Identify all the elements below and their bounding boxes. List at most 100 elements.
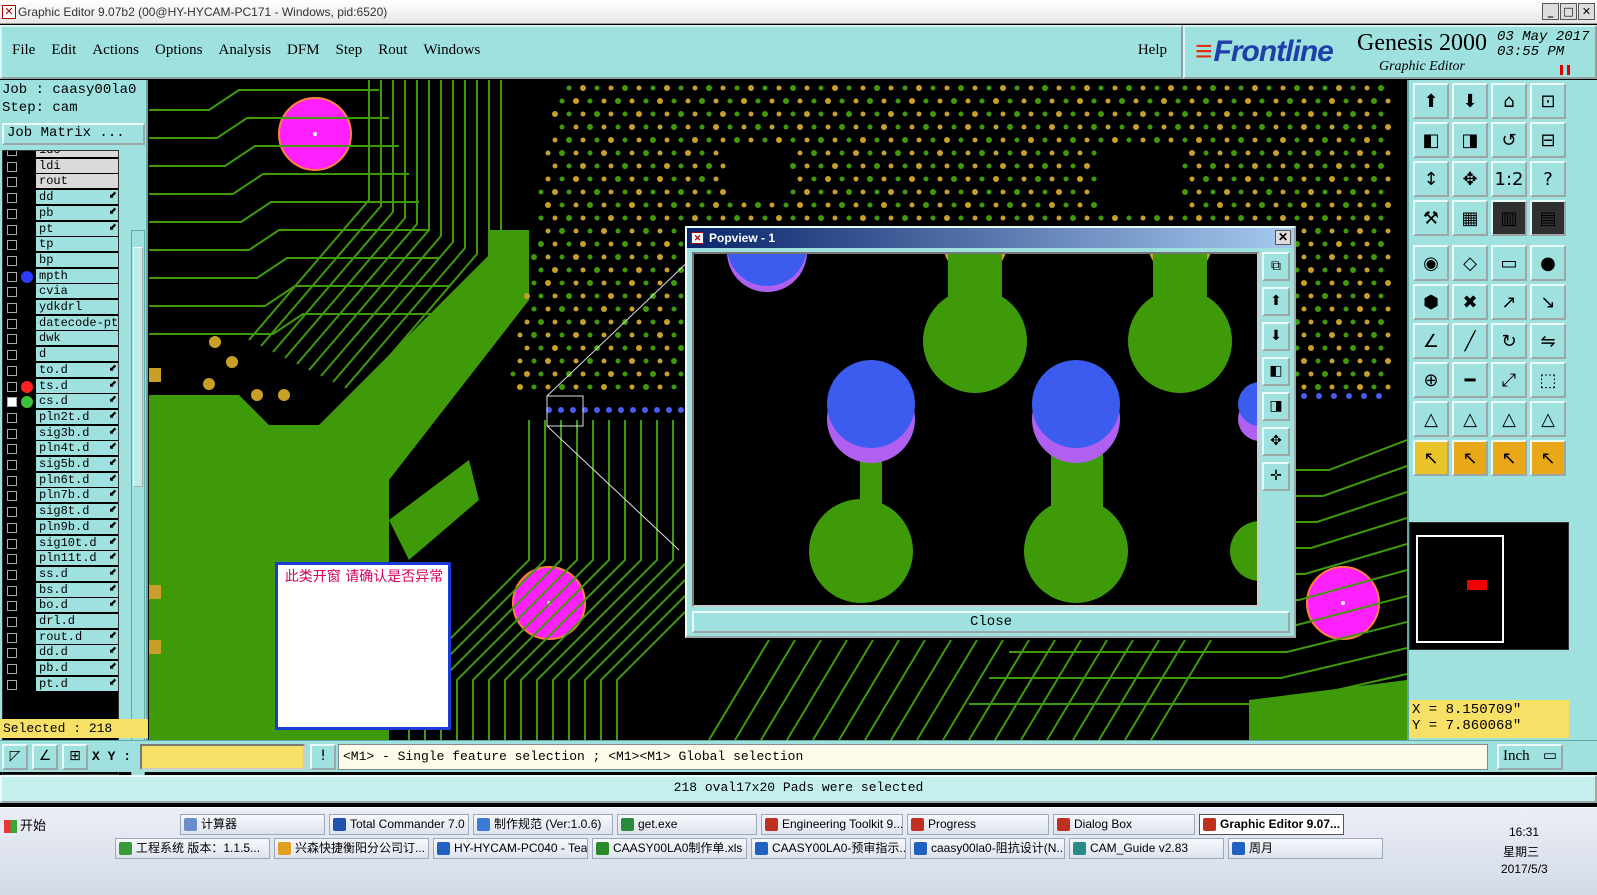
taskbar-button[interactable]: CAASY00LA0制作单.xls ...	[592, 838, 747, 859]
layer-checkbox[interactable]	[7, 444, 17, 455]
layer-row[interactable]: d	[3, 347, 118, 362]
triangle-b-icon[interactable]: △	[1452, 401, 1488, 437]
menu-rout[interactable]: Rout	[378, 42, 407, 59]
layer-checkbox[interactable]	[7, 224, 17, 235]
pointer-hl-icon[interactable]: ↖	[1491, 440, 1527, 476]
taskbar-button[interactable]: CAASY00LA0-预审指示....	[751, 838, 906, 859]
cross-node-icon[interactable]: ✖	[1452, 284, 1488, 320]
layer-row[interactable]: to.d ⬋	[3, 362, 118, 378]
layer-name[interactable]: pln7b.d	[36, 488, 118, 503]
layer-checkbox[interactable]	[7, 679, 17, 690]
popview-center-button[interactable]: ✛	[1262, 462, 1290, 491]
layer-checkbox[interactable]	[7, 664, 17, 675]
layer-name[interactable]: pt	[36, 221, 118, 236]
layer-name[interactable]: to.d	[36, 362, 118, 377]
popview-close-button[interactable]: Close	[692, 611, 1290, 633]
layer-row[interactable]: ts.d ⬋	[3, 378, 118, 394]
tools-icon[interactable]: ⚒	[1413, 200, 1449, 236]
resize-icon[interactable]: ⤢	[1491, 362, 1527, 398]
layer-name[interactable]: ydkdrl	[36, 300, 118, 314]
job-matrix-button[interactable]: Job Matrix ...	[2, 123, 145, 145]
layer-row[interactable]: tp	[3, 237, 118, 252]
layer-name[interactable]: pln4t.d	[36, 441, 118, 456]
layer-checkbox[interactable]	[7, 161, 17, 172]
pointer-box-icon[interactable]: ↖	[1452, 440, 1488, 476]
layer-checkbox[interactable]	[7, 617, 17, 627]
layer-row[interactable]: dwk	[3, 331, 118, 346]
layer-name[interactable]: dd	[36, 190, 118, 205]
connect-nodes-icon[interactable]: ⬢	[1413, 284, 1449, 320]
zoom-home-alt-icon[interactable]: ⌂	[1491, 83, 1527, 119]
layer-checkbox[interactable]	[7, 350, 17, 361]
layer-row[interactable]: pln9b.d ⬋	[3, 519, 118, 535]
layer-name[interactable]: cvia	[36, 284, 118, 299]
layer-checkbox[interactable]	[7, 193, 17, 204]
layer-row[interactable]: dd.d ⬋	[3, 645, 118, 660]
pointer-icon[interactable]: ↖	[1413, 440, 1449, 476]
layer-name[interactable]: datecode-pt	[36, 315, 118, 330]
layer-checkbox[interactable]	[7, 554, 17, 565]
menu-analysis[interactable]: Analysis	[219, 42, 272, 59]
zoom-left-icon[interactable]: ◧	[1413, 122, 1449, 158]
layer-row[interactable]: datecode-pt	[3, 315, 118, 331]
rotate-icon[interactable]: ↻	[1491, 323, 1527, 359]
layer-name[interactable]: sig5b.d	[36, 457, 118, 471]
taskbar-button[interactable]: 工程系统 版本：1.1.5...	[115, 838, 270, 859]
mirror-icon[interactable]: ⇋	[1530, 323, 1566, 359]
layer-checkbox[interactable]	[7, 522, 17, 533]
layer-name[interactable]: sig8t.d	[36, 504, 118, 519]
layer-scrollbar[interactable]	[131, 230, 145, 793]
layer-row[interactable]: pt.d ⬋	[3, 676, 118, 692]
zoom-right-icon[interactable]: ◨	[1452, 122, 1488, 158]
layers-b-icon[interactable]: ▤	[1530, 200, 1566, 236]
layer-checkbox[interactable]	[7, 507, 17, 518]
popview-home-button[interactable]: ✥	[1262, 427, 1290, 456]
zoom-fit-icon[interactable]: ⊟	[1530, 122, 1566, 158]
layers-a-icon[interactable]: ▥	[1491, 200, 1527, 236]
menu-edit[interactable]: Edit	[51, 42, 76, 59]
layer-row[interactable]: rout	[3, 174, 118, 189]
layer-row[interactable]: ss.d ⬋	[3, 566, 118, 582]
popview-zoom-out-button[interactable]: ⬇	[1262, 322, 1290, 351]
layer-row[interactable]: pln7b.d ⬋	[3, 488, 118, 503]
grid-icon[interactable]: ⊞	[62, 744, 88, 770]
layer-row[interactable]: ldi	[3, 158, 118, 174]
layer-checkbox[interactable]	[7, 381, 17, 392]
triangle-d-icon[interactable]: △	[1530, 401, 1566, 437]
layer-row[interactable]: bs.d ⬋	[3, 582, 118, 598]
layer-row[interactable]: 1dc	[3, 151, 118, 158]
layer-checkbox[interactable]	[7, 538, 17, 549]
popview-zoom-fit-button[interactable]: ⧉	[1262, 252, 1290, 281]
taskbar-button[interactable]: CAM_Guide v2.83	[1069, 838, 1224, 859]
taskbar-button[interactable]: 计算器	[180, 814, 325, 835]
scroll-thumb[interactable]	[133, 247, 143, 487]
maximize-button[interactable]: □	[1560, 3, 1577, 20]
layer-checkbox[interactable]	[7, 334, 17, 345]
menu-help[interactable]: Help	[1138, 42, 1167, 59]
xy-input[interactable]	[140, 744, 305, 770]
zoom-back-icon[interactable]: ↺	[1491, 122, 1527, 158]
zoom-home-icon[interactable]: ⬆	[1413, 83, 1449, 119]
taskbar-button[interactable]: get.exe	[617, 814, 757, 835]
layer-name[interactable]: bp	[36, 252, 118, 267]
snap-icon[interactable]: ◸	[2, 744, 28, 770]
layer-checkbox[interactable]	[7, 585, 17, 596]
menu-dfm[interactable]: DFM	[287, 42, 320, 59]
layer-name[interactable]: dd.d	[36, 645, 118, 660]
layer-row[interactable]: sig3b.d ⬋	[3, 425, 118, 441]
triangle-c-icon[interactable]: △	[1491, 401, 1527, 437]
layer-row[interactable]: sig10t.d ⬋	[3, 535, 118, 551]
layer-name[interactable]: drl.d	[36, 614, 118, 628]
select-point-icon[interactable]: ◉	[1413, 245, 1449, 281]
scale-1-2-icon[interactable]: 1:2	[1491, 161, 1527, 197]
taskbar-button[interactable]: Engineering Toolkit 9....	[761, 814, 903, 835]
layer-checkbox[interactable]	[7, 460, 17, 470]
layer-checkbox[interactable]	[7, 255, 17, 266]
layer-name[interactable]: sig10t.d	[36, 535, 118, 550]
layer-checkbox[interactable]	[7, 412, 17, 423]
layer-row[interactable]: cs.d ⬋	[3, 394, 118, 409]
taskbar-button[interactable]: HY-HYCAM-PC040 - Tea...	[433, 838, 588, 859]
grid-icon[interactable]: ▦	[1452, 200, 1488, 236]
layer-checkbox[interactable]	[7, 569, 17, 580]
layer-checkbox[interactable]	[7, 601, 17, 612]
